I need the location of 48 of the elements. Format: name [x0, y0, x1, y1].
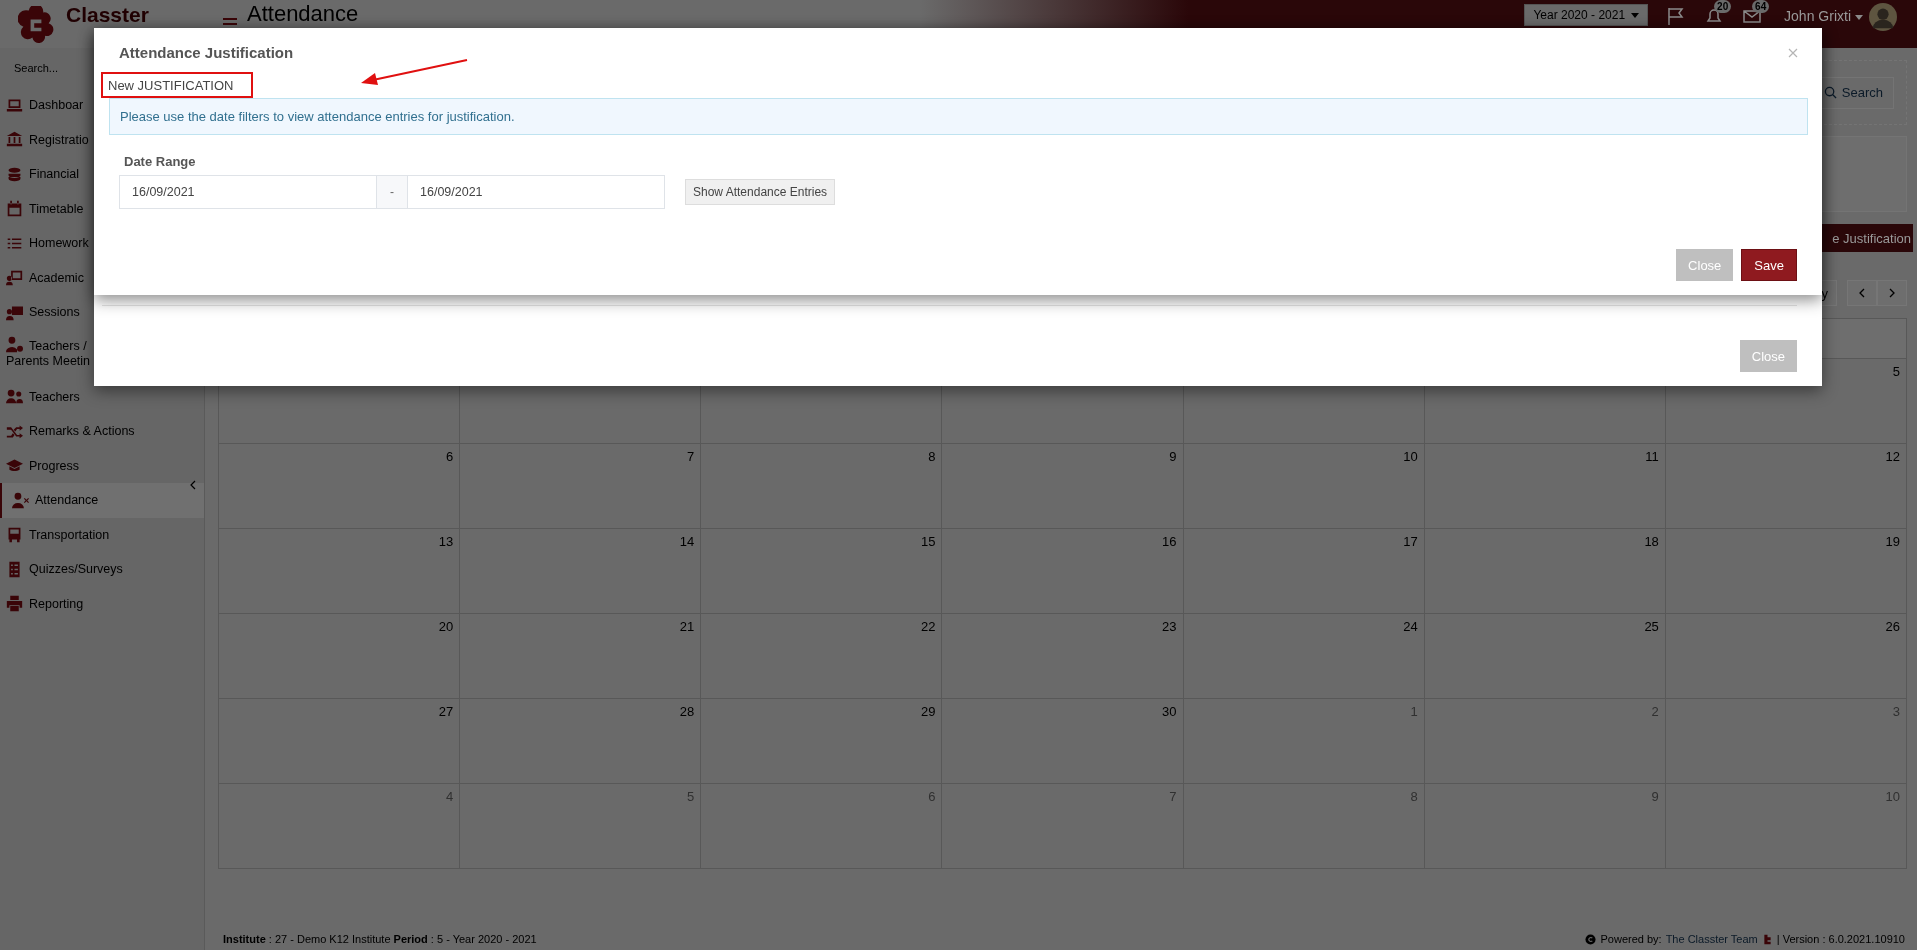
- day-number: 5: [1892, 364, 1900, 379]
- day-number: 17: [1403, 534, 1418, 549]
- day-number: 29: [920, 704, 936, 719]
- annotation-box: New JUSTIFICATION: [101, 72, 254, 98]
- day-number: 15: [920, 534, 936, 549]
- day-number: 20: [438, 619, 454, 634]
- day-number: 25: [1644, 619, 1659, 634]
- day-number: 8: [928, 449, 936, 464]
- page-title: Attendance: [247, 1, 359, 27]
- day-number: 6: [445, 449, 454, 464]
- day-number: 30: [1162, 704, 1177, 719]
- dialog-title: Attendance Justification: [119, 44, 294, 61]
- day-number: 23: [1162, 619, 1177, 634]
- powered-by-text: Powered by:: [1600, 933, 1662, 945]
- day-number: 22: [920, 619, 936, 634]
- day-number: 13: [438, 534, 454, 549]
- day-number: 18: [1644, 534, 1659, 549]
- day-number: 19: [1885, 534, 1900, 549]
- day-number: 5: [687, 789, 695, 804]
- message-count: 64: [1752, 0, 1770, 13]
- day-number: 4: [445, 789, 454, 804]
- day-number: 6: [928, 789, 936, 804]
- day-number: 21: [679, 619, 695, 634]
- day-number: 10: [1885, 789, 1900, 804]
- logo-text: Classter: [66, 3, 149, 27]
- day-number: 8: [1410, 789, 1418, 804]
- day-number: 12: [1885, 449, 1900, 464]
- day-number: 9: [1651, 789, 1659, 804]
- day-number: 16: [1162, 534, 1177, 549]
- day-number: 14: [679, 534, 695, 549]
- notification-count: 20: [1714, 0, 1732, 13]
- info-alert: Please use the date filters to view attendance entries for justification.: [109, 98, 1808, 135]
- date-range-label: Date Range: [124, 154, 197, 169]
- day-number: 7: [1169, 789, 1177, 804]
- day-number: 7: [687, 449, 695, 464]
- day-number: 9: [1169, 449, 1177, 464]
- institute-info: Institute : 27 - Demo K12 Institute Period : 5 - Year 2020 - 2021: [222, 933, 537, 945]
- day-number: 27: [438, 704, 454, 719]
- day-number: 26: [1885, 619, 1900, 634]
- day-number: 3: [1892, 704, 1900, 719]
- range-separator: -: [377, 175, 407, 209]
- day-number: 11: [1645, 449, 1659, 464]
- day-number: 2: [1651, 704, 1659, 719]
- day-number: 1: [1410, 704, 1418, 719]
- day-number: 10: [1403, 449, 1418, 464]
- day-number: 28: [679, 704, 695, 719]
- version-text: | Version : 6.0.2021.10910: [1776, 933, 1905, 945]
- day-number: 24: [1403, 619, 1418, 634]
